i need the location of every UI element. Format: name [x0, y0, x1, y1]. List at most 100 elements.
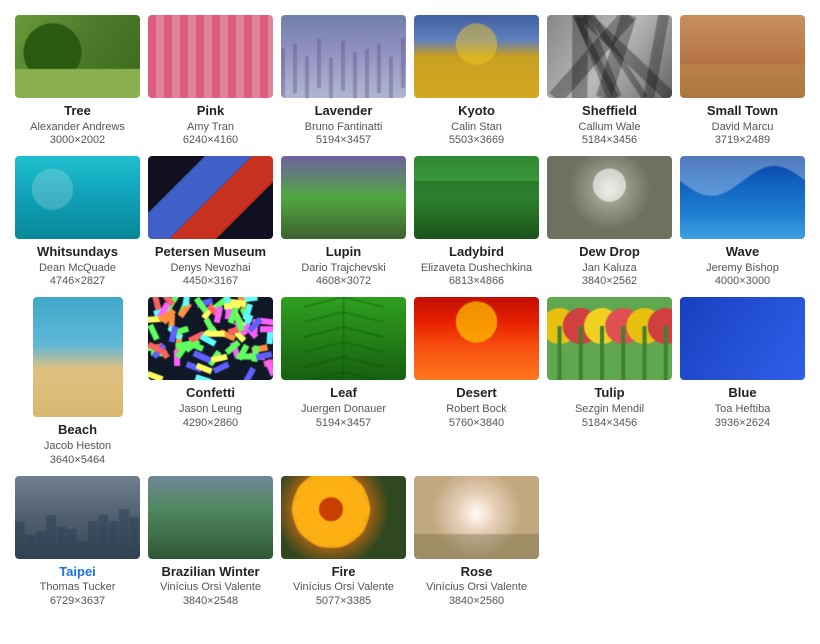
photo-item-ladybird[interactable]: LadybirdElizaveta Dushechkina6813×4866 [414, 156, 539, 287]
thumb-dew_drop [547, 156, 672, 239]
photo-item-tulip[interactable]: TulipSezgin Mendil5184×3456 [547, 297, 672, 465]
thumb-fire [281, 476, 406, 559]
photo-dims-small_town: 3719×2489 [715, 134, 770, 146]
photo-dims-rose: 3840×2560 [449, 595, 504, 607]
thumb-sheffield [547, 15, 672, 98]
photo-item-pink[interactable]: PinkAmy Tran6240×4160 [148, 15, 273, 146]
photo-author-fire: Vinícius Orsi Valente [293, 580, 394, 594]
thumb-petersen [148, 156, 273, 239]
photo-title-fire: Fire [332, 564, 356, 581]
photo-dims-beach: 3640×5464 [50, 454, 105, 466]
photo-author-kyoto: Calin Stan [451, 120, 502, 134]
photo-title-petersen: Petersen Museum [155, 244, 266, 261]
photo-author-tree: Alexander Andrews [30, 120, 125, 134]
photo-item-beach[interactable]: BeachJacob Heston3640×5464 [15, 297, 140, 465]
photo-author-lupin: Dario Trajchevski [301, 261, 385, 275]
photo-title-whitsundays: Whitsundays [37, 244, 118, 261]
photo-item-wave[interactable]: WaveJeremy Bishop4000×3000 [680, 156, 805, 287]
photo-author-tulip: Sezgin Mendil [575, 402, 644, 416]
photo-author-brazilian: Vinícius Orsi Valente [160, 580, 261, 594]
thumb-ladybird [414, 156, 539, 239]
photo-item-lupin[interactable]: LupinDario Trajchevski4608×3072 [281, 156, 406, 287]
photo-author-rose: Vinícius Orsi Valente [426, 580, 527, 594]
photo-item-small_town[interactable]: Small TownDavid Marcu3719×2489 [680, 15, 805, 146]
thumb-brazilian [148, 476, 273, 559]
photo-dims-fire: 5077×3385 [316, 595, 371, 607]
thumb-confetti [148, 297, 273, 380]
photo-title-rose: Rose [461, 564, 493, 581]
photo-title-pink: Pink [197, 103, 224, 120]
photo-dims-petersen: 4450×3167 [183, 275, 238, 287]
photo-item-confetti[interactable]: ConfettiJason Leung4290×2860 [148, 297, 273, 465]
photo-dims-kyoto: 5503×3669 [449, 134, 504, 146]
photo-dims-tree: 3000×2002 [50, 134, 105, 146]
photo-author-dew_drop: Jan Kaluza [582, 261, 636, 275]
photo-title-tree: Tree [64, 103, 91, 120]
photo-title-leaf: Leaf [330, 385, 357, 402]
photo-dims-taipei: 6729×3637 [50, 595, 105, 607]
photo-title-brazilian: Brazilian Winter [161, 564, 259, 581]
photo-title-wave: Wave [726, 244, 759, 261]
photo-item-leaf[interactable]: LeafJuergen Donauer5194×3457 [281, 297, 406, 465]
photo-dims-lavender: 5194×3457 [316, 134, 371, 146]
photo-item-fire[interactable]: FireVinícius Orsi Valente5077×3385 [281, 476, 406, 607]
photo-author-blue: Toa Heftiba [715, 402, 771, 416]
photo-author-leaf: Juergen Donauer [301, 402, 386, 416]
photo-item-petersen[interactable]: Petersen MuseumDenys Nevozhai4450×3167 [148, 156, 273, 287]
thumb-lupin [281, 156, 406, 239]
thumb-desert [414, 297, 539, 380]
photo-title-tulip: Tulip [594, 385, 624, 402]
photo-title-sheffield: Sheffield [582, 103, 637, 120]
photo-title-taipei: Taipei [59, 564, 96, 581]
photo-item-lavender[interactable]: LavenderBruno Fantinatti5194×3457 [281, 15, 406, 146]
photo-author-taipei: Thomas Tucker [40, 580, 116, 594]
photo-title-small_town: Small Town [707, 103, 778, 120]
photo-title-dew_drop: Dew Drop [579, 244, 640, 261]
photo-author-pink: Amy Tran [187, 120, 234, 134]
photo-title-confetti: Confetti [186, 385, 235, 402]
photo-dims-confetti: 4290×2860 [183, 417, 238, 429]
photo-title-ladybird: Ladybird [449, 244, 504, 261]
photo-item-brazilian[interactable]: Brazilian WinterVinícius Orsi Valente384… [148, 476, 273, 607]
photo-title-lavender: Lavender [315, 103, 373, 120]
photo-dims-pink: 6240×4160 [183, 134, 238, 146]
photo-item-whitsundays[interactable]: WhitsundaysDean McQuade4746×2827 [15, 156, 140, 287]
photo-author-sheffield: Callum Wale [579, 120, 641, 134]
photo-dims-wave: 4000×3000 [715, 275, 770, 287]
photo-item-desert[interactable]: DesertRobert Bock5760×3840 [414, 297, 539, 465]
thumb-rose [414, 476, 539, 559]
photo-dims-whitsundays: 4746×2827 [50, 275, 105, 287]
photo-dims-leaf: 5194×3457 [316, 417, 371, 429]
photo-dims-dew_drop: 3840×2562 [582, 275, 637, 287]
photo-author-confetti: Jason Leung [179, 402, 242, 416]
thumb-beach [33, 297, 123, 417]
thumb-taipei [15, 476, 140, 559]
photo-title-kyoto: Kyoto [458, 103, 495, 120]
thumb-wave [680, 156, 805, 239]
photo-item-kyoto[interactable]: KyotoCalin Stan5503×3669 [414, 15, 539, 146]
photo-author-wave: Jeremy Bishop [706, 261, 779, 275]
photo-item-blue[interactable]: BlueToa Heftiba3936×2624 [680, 297, 805, 465]
photo-item-dew_drop[interactable]: Dew DropJan Kaluza3840×2562 [547, 156, 672, 287]
photo-grid: TreeAlexander Andrews3000×2002PinkAmy Tr… [10, 10, 810, 612]
thumb-small_town [680, 15, 805, 98]
photo-dims-blue: 3936×2624 [715, 417, 770, 429]
photo-item-tree[interactable]: TreeAlexander Andrews3000×2002 [15, 15, 140, 146]
photo-dims-tulip: 5184×3456 [582, 417, 637, 429]
photo-item-taipei[interactable]: TaipeiThomas Tucker6729×3637 [15, 476, 140, 607]
photo-item-sheffield[interactable]: SheffieldCallum Wale5184×3456 [547, 15, 672, 146]
thumb-pink [148, 15, 273, 98]
photo-dims-sheffield: 5184×3456 [582, 134, 637, 146]
thumb-tulip [547, 297, 672, 380]
thumb-lavender [281, 15, 406, 98]
photo-dims-desert: 5760×3840 [449, 417, 504, 429]
photo-item-rose[interactable]: RoseVinícius Orsi Valente3840×2560 [414, 476, 539, 607]
photo-author-lavender: Bruno Fantinatti [305, 120, 383, 134]
photo-title-lupin: Lupin [326, 244, 361, 261]
photo-author-desert: Robert Bock [446, 402, 507, 416]
photo-title-blue: Blue [728, 385, 756, 402]
photo-dims-ladybird: 6813×4866 [449, 275, 504, 287]
thumb-blue [680, 297, 805, 380]
thumb-kyoto [414, 15, 539, 98]
photo-title-desert: Desert [456, 385, 496, 402]
